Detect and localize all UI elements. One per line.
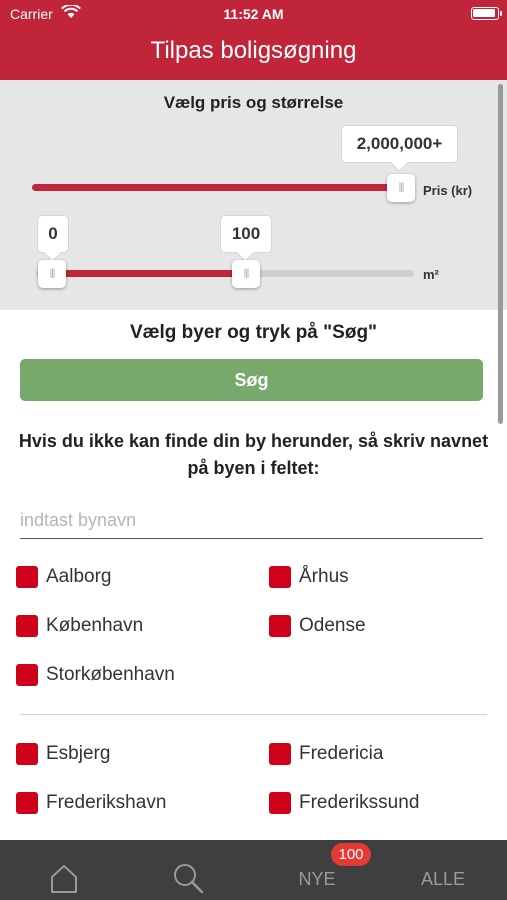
size-max-tooltip: 100 <box>220 215 272 253</box>
tab-home[interactable] <box>0 840 126 900</box>
price-slider-track[interactable] <box>32 184 402 191</box>
checkbox-icon[interactable] <box>16 566 38 588</box>
city-label: Esbjerg <box>46 743 111 764</box>
city-label: Frederikshavn <box>46 792 167 813</box>
status-bar: Carrier 11:52 AM <box>0 0 507 28</box>
checkbox-icon[interactable] <box>16 664 38 686</box>
tab-search[interactable] <box>126 840 252 900</box>
checkbox-icon[interactable] <box>16 792 38 814</box>
checkbox-icon[interactable] <box>269 743 291 765</box>
size-unit-label: m² <box>423 267 439 282</box>
tab-all[interactable]: ALLE <box>380 840 506 900</box>
tab-new-label: NYE <box>298 869 336 889</box>
city-label: København <box>46 615 144 636</box>
size-slider-min-thumb[interactable]: ||| <box>38 260 66 288</box>
tab-all-label: ALLE <box>420 869 466 889</box>
size-slider-max-thumb[interactable]: ||| <box>232 260 260 288</box>
city-group-divider <box>20 714 487 715</box>
filter-panel: Vælg pris og størrelse 2,000,000+ ||| Pr… <box>0 80 507 310</box>
home-icon <box>51 865 77 893</box>
checkbox-icon[interactable] <box>269 615 291 637</box>
city-name-input[interactable] <box>20 503 483 539</box>
price-unit-label: Pris (kr) <box>423 183 473 198</box>
checkbox-icon[interactable] <box>16 615 38 637</box>
checkbox-icon[interactable] <box>269 792 291 814</box>
city-label: Aalborg <box>46 566 112 587</box>
city-label: Fredericia <box>299 743 384 764</box>
search-icon <box>174 864 204 894</box>
price-tooltip: 2,000,000+ <box>341 125 458 163</box>
checkbox-icon[interactable] <box>16 743 38 765</box>
city-label: Århus <box>299 566 349 587</box>
city-hint-text: Hvis du ikke kan finde din by herunder, … <box>18 431 489 478</box>
size-slider-track[interactable] <box>36 270 414 277</box>
price-slider-fill <box>32 184 402 191</box>
price-slider-thumb[interactable]: ||| <box>387 174 415 202</box>
search-button[interactable]: Søg <box>20 359 483 401</box>
top-bar: Carrier 11:52 AM Tilpas boligsøgning <box>0 0 507 80</box>
scrollbar[interactable] <box>498 84 503 424</box>
filter-panel-title: Vælg pris og størrelse <box>163 93 344 112</box>
cities-section-title: Vælg byer og tryk på "Søg" <box>129 322 378 343</box>
page-title: Tilpas boligsøgning <box>150 37 357 64</box>
battery-icon <box>471 7 502 20</box>
size-slider-fill <box>50 270 246 277</box>
city-label: Storkøbenhavn <box>46 664 175 685</box>
city-label: Odense <box>299 615 366 636</box>
city-label: Frederikssund <box>299 792 420 813</box>
checkbox-icon[interactable] <box>269 566 291 588</box>
tab-bar: NYE ALLE <box>0 840 507 900</box>
new-count-badge: 100 <box>331 843 371 866</box>
status-time: 11:52 AM <box>223 6 284 22</box>
size-min-tooltip: 0 <box>37 215 69 253</box>
